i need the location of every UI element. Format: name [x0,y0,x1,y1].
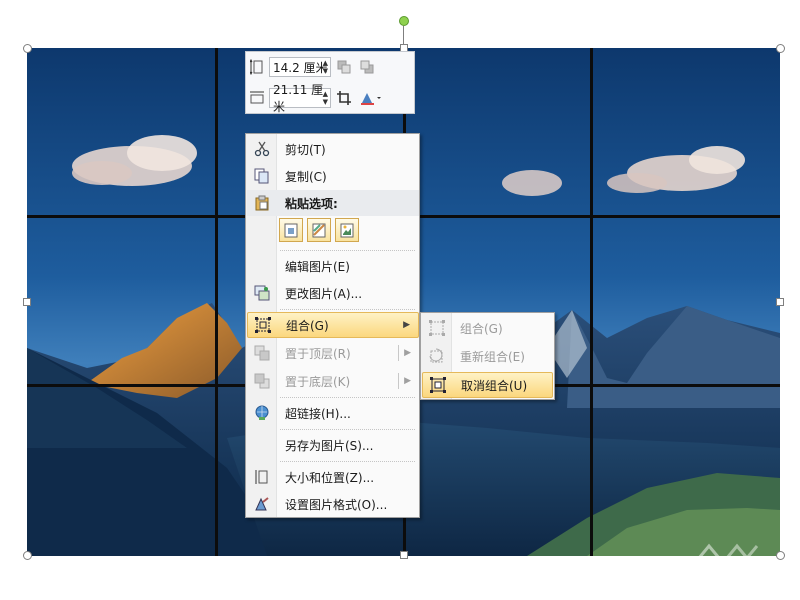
size-mini-toolbar: 14.2 厘米 ▲ ▼ 21.11 厘米 ▲ ▼ [245,51,415,114]
grid-line-vertical [215,48,218,556]
resize-handle-right[interactable] [776,298,784,306]
copy-icon [249,165,275,187]
menu-item-label: 设置图片格式(O)... [285,497,388,512]
menu-item-group[interactable]: 组合(G) ▶ [247,312,419,338]
menu-item-format-picture[interactable]: 设置图片格式(O)... [247,491,419,517]
paste-as-picture-icon[interactable] [335,218,359,242]
watermark [695,540,785,567]
height-spinner[interactable]: ▲ ▼ [323,59,328,75]
menu-separator [280,397,415,398]
change-picture-icon [249,282,275,304]
paste-icon [249,192,275,214]
crop-icon[interactable] [334,88,354,108]
menu-item-bring-to-front[interactable]: 置于顶层(R) ▶ [247,340,419,366]
menu-item-label: 复制(C) [285,169,327,184]
menu-separator [280,250,415,251]
submenu-item-group[interactable]: 组合(G) [422,315,553,341]
menu-item-send-to-back[interactable]: 置于底层(K) ▶ [247,368,419,394]
menu-item-change-picture[interactable]: 更改图片(A)... [247,280,419,306]
size-position-icon [249,466,275,488]
hyperlink-icon [249,402,275,424]
menu-item-label: 另存为图片(S)... [285,438,374,453]
bring-forward-icon[interactable] [334,57,354,77]
submenu-arrow-icon: ▶ [403,320,410,330]
width-spinner[interactable]: ▲ ▼ [323,90,328,106]
format-picture-icon [249,493,275,515]
resize-handle-top-right[interactable] [776,44,785,53]
send-backward-icon[interactable] [357,57,377,77]
width-input[interactable]: 21.11 厘米 ▲ ▼ [269,83,331,114]
height-value: 14.2 厘米 [273,60,328,75]
height-row: 14.2 厘米 ▲ ▼ [248,55,377,79]
menu-item-label: 组合(G) [460,321,503,336]
menu-header-paste-options: 粘贴选项: [247,190,419,216]
resize-handle-top-left[interactable] [23,44,32,53]
submenu-arrow-icon: ▶ [404,376,411,386]
shape-height-icon [248,58,266,76]
menu-item-label: 置于顶层(R) [285,346,351,361]
context-menu: 剪切(T) 复制(C) 粘贴选项: 编辑图片(E) 更改图片(A)... 组合(… [245,133,420,518]
menu-item-save-as-picture[interactable]: 另存为图片(S)... [247,432,419,458]
width-value: 21.11 厘米 [273,83,324,114]
split-divider [398,345,399,361]
resize-handle-bottom[interactable] [400,551,408,559]
bring-to-front-icon [249,342,275,364]
menu-item-label: 置于底层(K) [285,374,351,389]
regroup-icon [424,345,450,367]
rotate-handle[interactable] [399,16,409,26]
menu-item-label: 编辑图片(E) [285,259,350,274]
shape-width-icon [248,89,266,107]
scissors-icon [249,138,275,160]
group-submenu: 组合(G) 重新组合(E) 取消组合(U) [420,312,555,400]
menu-item-label: 更改图片(A)... [285,286,363,301]
menu-item-cut[interactable]: 剪切(T) [247,136,419,162]
group-icon [250,314,276,336]
menu-item-label: 重新组合(E) [460,349,525,364]
color-fill-dropdown-icon[interactable] [357,88,385,108]
submenu-item-ungroup[interactable]: 取消组合(U) [422,372,553,398]
grid-line-vertical [590,48,593,556]
menu-separator [280,429,415,430]
menu-item-label: 大小和位置(Z)... [285,470,375,485]
menu-item-copy[interactable]: 复制(C) [247,163,419,189]
menu-item-label: 组合(G) [286,318,329,333]
paste-keep-format-icon[interactable] [279,218,303,242]
menu-item-hyperlink[interactable]: 超链接(H)... [247,400,419,426]
resize-handle-bottom-right[interactable] [776,551,785,560]
menu-separator [280,461,415,462]
ungroup-icon [425,374,451,396]
menu-separator [280,309,415,310]
menu-item-label: 取消组合(U) [461,378,528,393]
menu-item-label: 剪切(T) [285,142,326,157]
resize-handle-left[interactable] [23,298,31,306]
group-icon [424,317,450,339]
split-divider [398,373,399,389]
menu-item-edit-picture[interactable]: 编辑图片(E) [247,253,419,279]
height-input[interactable]: 14.2 厘米 ▲ ▼ [269,57,331,77]
send-to-back-icon [249,370,275,392]
menu-item-size-and-position[interactable]: 大小和位置(Z)... [247,464,419,490]
submenu-arrow-icon: ▶ [404,348,411,358]
menu-item-label: 粘贴选项: [285,196,338,211]
paste-options-row [279,218,359,242]
width-row: 21.11 厘米 ▲ ▼ [248,83,385,114]
paste-use-theme-icon[interactable] [307,218,331,242]
submenu-item-regroup[interactable]: 重新组合(E) [422,343,553,369]
menu-item-label: 超链接(H)... [285,406,351,421]
resize-handle-bottom-left[interactable] [23,551,32,560]
